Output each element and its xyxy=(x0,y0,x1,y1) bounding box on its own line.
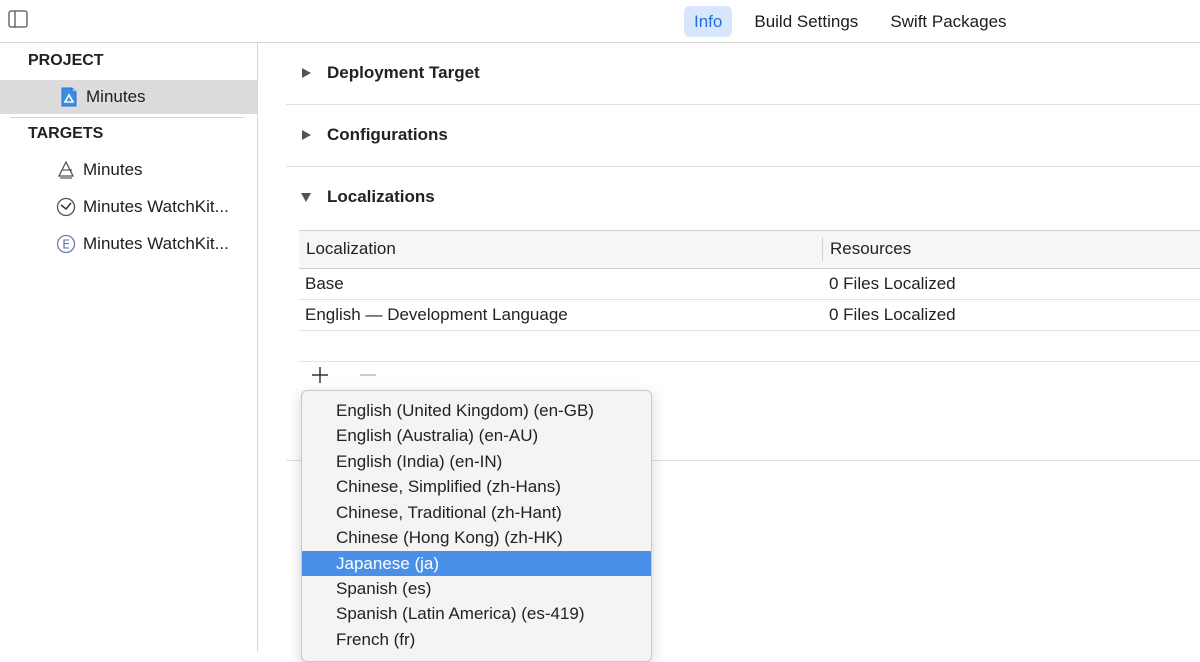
section-localizations[interactable]: Localizations xyxy=(286,167,1200,229)
menu-item[interactable]: English (India) (en-IN) xyxy=(302,449,651,474)
table-row-empty xyxy=(299,331,1200,362)
sidebar-toggle-icon[interactable] xyxy=(8,10,28,28)
localizations-table: Localization Resources Base 0 Files Loca… xyxy=(299,230,1200,362)
sidebar-item-label: Minutes WatchKit... xyxy=(83,197,229,216)
localization-cell: English — Development Language xyxy=(305,305,568,324)
sidebar-item-project-minutes[interactable]: Minutes xyxy=(0,80,257,114)
plus-icon xyxy=(312,367,328,383)
sidebar-divider xyxy=(10,117,244,118)
app-target-icon xyxy=(55,159,77,181)
table-header: Localization Resources xyxy=(299,231,1200,269)
column-header-localization[interactable]: Localization xyxy=(306,239,396,259)
section-deployment-target[interactable]: Deployment Target xyxy=(286,43,1200,105)
menu-item[interactable]: English (Australia) (en-AU) xyxy=(302,423,651,448)
remove-localization-button[interactable] xyxy=(356,363,380,387)
sidebar-item-target-minutes[interactable]: Minutes xyxy=(0,153,257,187)
section-title: Localizations xyxy=(327,187,435,206)
table-row[interactable]: English — Development Language 0 Files L… xyxy=(299,300,1200,331)
menu-item[interactable]: Chinese, Simplified (zh-Hans) xyxy=(302,474,651,499)
menu-item[interactable]: French (fr) xyxy=(302,627,651,652)
sidebar-item-target-watch-app[interactable]: Minutes WatchKit... xyxy=(0,190,257,224)
menu-item[interactable]: Chinese, Traditional (zh-Hant) xyxy=(302,500,651,525)
menu-item[interactable]: English (United Kingdom) (en-GB) xyxy=(302,398,651,423)
menu-item[interactable]: Spanish (es) xyxy=(302,576,651,601)
disclosure-expanded-icon[interactable] xyxy=(300,191,312,203)
tab-build-settings[interactable]: Build Settings xyxy=(744,6,868,37)
sidebar-item-label: Minutes WatchKit... xyxy=(83,234,229,253)
language-menu: English (United Kingdom) (en-GB) English… xyxy=(301,390,652,662)
section-title: Configurations xyxy=(327,125,448,144)
column-divider[interactable] xyxy=(822,237,823,261)
resources-cell: 0 Files Localized xyxy=(829,305,956,324)
column-header-resources[interactable]: Resources xyxy=(830,239,911,259)
tab-info[interactable]: Info xyxy=(684,5,733,37)
svg-text:E: E xyxy=(62,238,70,252)
watch-app-icon xyxy=(55,196,77,218)
project-header: PROJECT xyxy=(28,52,104,69)
menu-item[interactable]: Chinese (Hong Kong) (zh-HK) xyxy=(302,525,651,550)
menu-item-highlighted[interactable]: Japanese (ja) xyxy=(302,551,651,576)
disclosure-collapsed-icon[interactable] xyxy=(300,67,312,79)
menu-item[interactable]: Spanish (Latin America) (es-419) xyxy=(302,601,651,626)
toolbar: Info Build Settings Swift Packages xyxy=(0,0,1200,43)
localization-cell: Base xyxy=(305,274,344,293)
section-title: Deployment Target xyxy=(327,63,480,82)
disclosure-collapsed-icon[interactable] xyxy=(300,129,312,141)
add-localization-button[interactable] xyxy=(308,363,332,387)
project-file-icon xyxy=(58,86,80,108)
editor-tabs: Info Build Settings Swift Packages xyxy=(684,5,1029,37)
sidebar-item-label: Minutes xyxy=(83,160,143,179)
tab-swift-packages[interactable]: Swift Packages xyxy=(880,6,1016,37)
minus-icon xyxy=(360,374,376,376)
watch-extension-icon: E xyxy=(55,233,77,255)
sidebar-item-target-watch-extension[interactable]: E Minutes WatchKit... xyxy=(0,227,257,261)
project-sidebar: PROJECT Minutes TARGETS Minutes Minutes … xyxy=(0,43,258,652)
section-configurations[interactable]: Configurations xyxy=(286,105,1200,167)
table-row[interactable]: Base 0 Files Localized xyxy=(299,269,1200,300)
resources-cell: 0 Files Localized xyxy=(829,274,956,293)
targets-header: TARGETS xyxy=(28,125,104,142)
sidebar-item-label: Minutes xyxy=(86,87,146,106)
